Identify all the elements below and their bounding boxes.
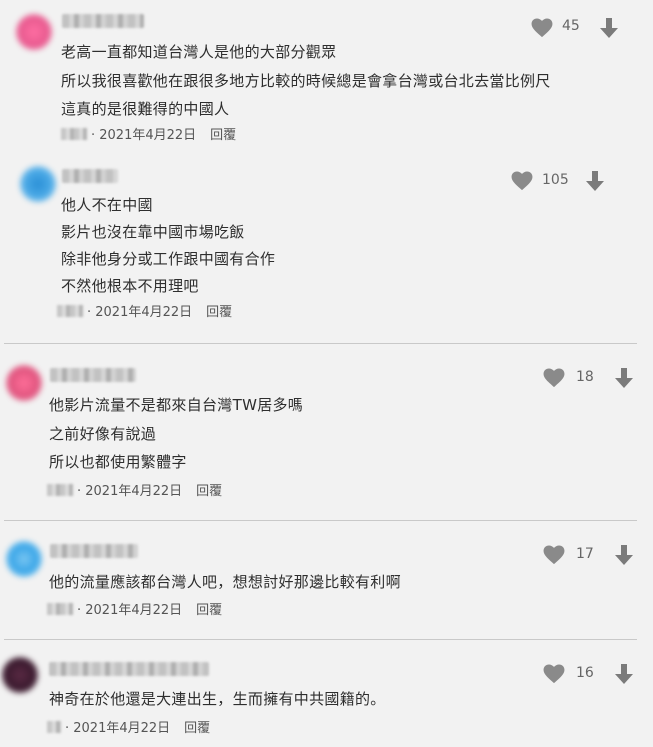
divider — [4, 343, 637, 344]
reply-button[interactable]: 回覆 — [196, 484, 222, 499]
comment-date: · 2021年4月22日 — [87, 305, 193, 320]
author-name[interactable] — [62, 14, 144, 28]
avatar[interactable] — [20, 166, 56, 202]
divider — [4, 520, 637, 521]
like-count: 17 — [576, 546, 594, 562]
comment-meta: · 2021年4月22日 回覆 — [47, 484, 222, 500]
author-handle — [47, 603, 73, 615]
like-heart-icon[interactable] — [511, 171, 533, 191]
comment-text-line: 不然他根本不用理吧 — [61, 277, 199, 295]
comment-meta: · 2021年4月22日 回覆 — [47, 603, 222, 619]
author-name[interactable] — [50, 544, 138, 558]
like-count: 105 — [542, 172, 569, 188]
comment-meta: · 2021年4月22日 回覆 — [57, 305, 232, 321]
comment-date: · 2021年4月22日 — [77, 603, 183, 618]
comment-text-line: 影片也沒在靠中國市場吃飯 — [61, 223, 245, 241]
like-count: 18 — [576, 369, 594, 385]
downvote-arrow-icon[interactable] — [613, 663, 635, 685]
reply-button[interactable]: 回覆 — [206, 305, 232, 320]
comment-text-line: 所以也都使用繁體字 — [49, 453, 187, 471]
downvote-arrow-icon[interactable] — [598, 17, 620, 39]
comment-meta: · 2021年4月22日 回覆 — [61, 128, 236, 144]
avatar[interactable] — [6, 541, 42, 577]
reply-button[interactable]: 回覆 — [184, 721, 210, 736]
like-heart-icon[interactable] — [543, 545, 565, 565]
downvote-arrow-icon[interactable] — [613, 367, 635, 389]
author-handle — [61, 128, 87, 140]
comment-text-line: 他影片流量不是都來自台灣TW居多嗎 — [49, 396, 304, 414]
comment-text-line: 所以我很喜歡他在跟很多地方比較的時候總是會拿台灣或台北去當比例尺 — [61, 72, 551, 90]
like-heart-icon[interactable] — [543, 368, 565, 388]
author-handle — [47, 721, 61, 733]
comment-date: · 2021年4月22日 — [65, 721, 171, 736]
avatar[interactable] — [2, 657, 38, 693]
like-count: 45 — [562, 18, 580, 34]
comment-text-line: 他的流量應該都台灣人吧，想想討好那邊比較有利啊 — [49, 573, 401, 591]
comment-text-line: 神奇在於他還是大連出生，生而擁有中共國籍的。 — [49, 690, 386, 708]
comment-text-line: 老高一直都知道台灣人是他的大部分觀眾 — [61, 43, 337, 61]
downvote-arrow-icon[interactable] — [584, 170, 606, 192]
comment-text-line: 之前好像有說過 — [49, 425, 157, 443]
author-handle — [57, 305, 83, 317]
like-heart-icon[interactable] — [531, 18, 553, 38]
like-heart-icon[interactable] — [543, 664, 565, 684]
divider — [4, 639, 637, 640]
author-name[interactable] — [62, 169, 118, 183]
comment-date: · 2021年4月22日 — [91, 128, 197, 143]
downvote-arrow-icon[interactable] — [613, 544, 635, 566]
comment-date: · 2021年4月22日 — [77, 484, 183, 499]
comment-meta: · 2021年4月22日 回覆 — [47, 721, 210, 737]
reply-button[interactable]: 回覆 — [210, 128, 236, 143]
author-handle — [47, 484, 73, 496]
comment-text-line: 除非他身分或工作跟中國有合作 — [61, 250, 276, 268]
like-count: 16 — [576, 665, 594, 681]
author-name[interactable] — [49, 662, 209, 676]
comment-text-line: 他人不在中國 — [61, 196, 153, 214]
avatar[interactable] — [6, 365, 42, 401]
reply-button[interactable]: 回覆 — [196, 603, 222, 618]
comment-text-line: 這真的是很難得的中國人 — [61, 100, 230, 118]
author-name[interactable] — [50, 368, 136, 382]
avatar[interactable] — [16, 14, 52, 50]
